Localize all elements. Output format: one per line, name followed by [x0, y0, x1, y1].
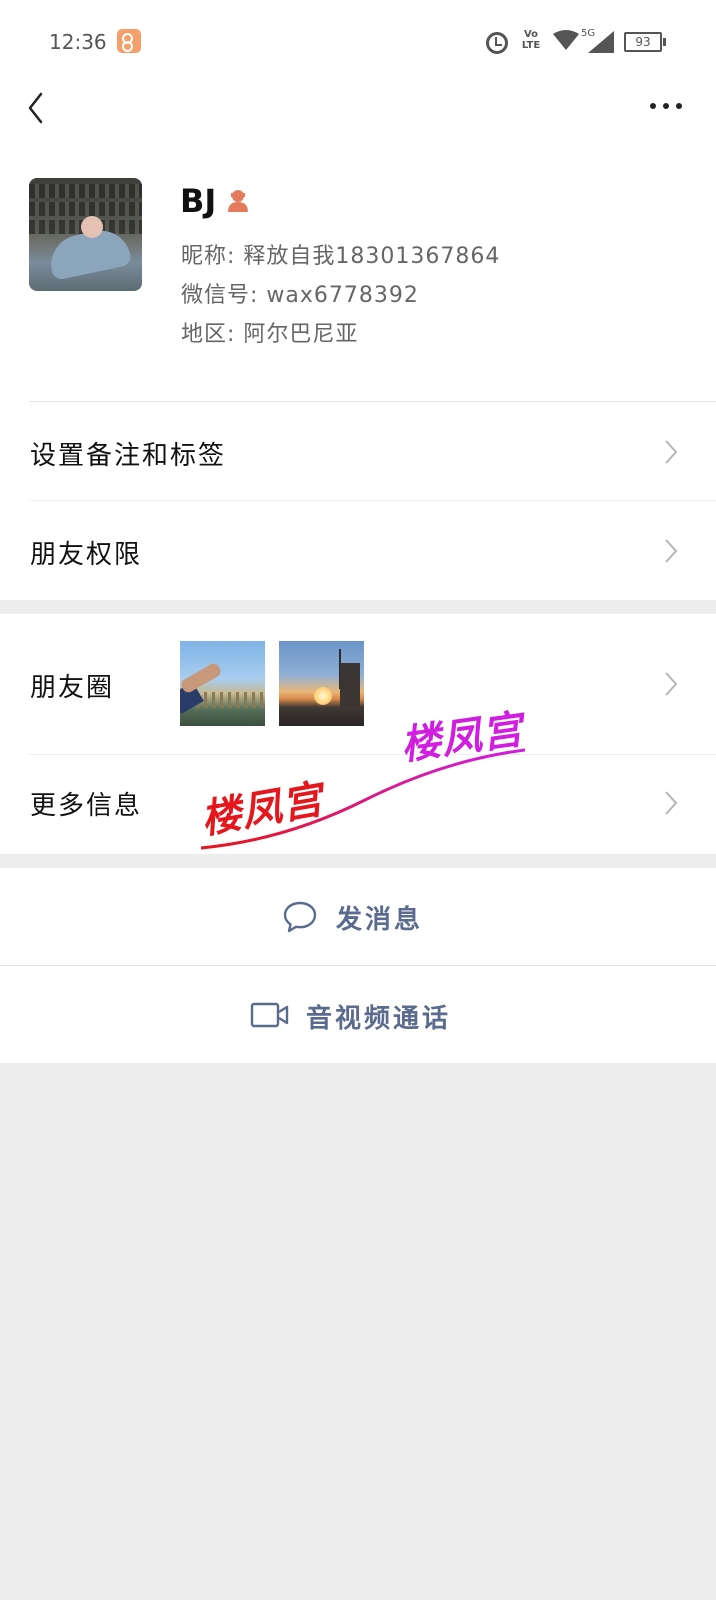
female-icon: [228, 190, 248, 212]
status-time: 12:36: [49, 30, 107, 54]
more-dots-icon[interactable]: [646, 94, 686, 118]
nav-bar: [0, 84, 716, 140]
moments-cell[interactable]: 朋友圈: [0, 614, 716, 755]
battery-icon: 93: [624, 32, 666, 52]
chevron-left-icon[interactable]: [22, 88, 52, 128]
settings-group: 设置备注和标签 朋友权限: [0, 402, 716, 600]
send-message-button[interactable]: 发消息: [0, 868, 716, 965]
more-info-label: 更多信息: [30, 791, 143, 821]
chat-bubble-icon: [283, 901, 317, 933]
avatar[interactable]: [29, 178, 142, 291]
video-call-label: 音视频通话: [306, 1004, 452, 1034]
wechat-id-text: 微信号: wax6778392: [181, 283, 419, 308]
video-camera-icon: [250, 1002, 289, 1028]
friend-permissions-label: 朋友权限: [30, 540, 143, 570]
moments-photo[interactable]: [279, 641, 364, 726]
profile-name: BJ: [180, 182, 217, 220]
alarm-icon: [486, 32, 508, 54]
chevron-right-icon: [665, 440, 678, 464]
moments-photo[interactable]: [180, 641, 265, 726]
status-bar: 12:36 Vo LTE 5G 93: [0, 0, 716, 84]
nickname-text: 昵称: 释放自我18301367864: [181, 244, 501, 269]
chevron-right-icon: [665, 539, 678, 563]
remark-tags-cell[interactable]: 设置备注和标签: [0, 402, 716, 501]
profile-header: BJ 昵称: 释放自我18301367864 微信号: wax6778392 地…: [0, 140, 716, 410]
signal-icon: [588, 31, 614, 53]
volte-icon: Vo LTE: [521, 29, 541, 51]
chevron-right-icon: [665, 672, 678, 696]
moments-label: 朋友圈: [30, 673, 115, 703]
send-message-label: 发消息: [336, 905, 424, 935]
region-text: 地区: 阿尔巴尼亚: [181, 322, 359, 347]
wifi-icon: [553, 30, 579, 50]
video-call-button[interactable]: 音视频通话: [0, 966, 716, 1063]
remark-tags-label: 设置备注和标签: [30, 441, 227, 471]
friend-permissions-cell[interactable]: 朋友权限: [0, 501, 716, 600]
app-notification-icon: [117, 29, 141, 53]
chevron-right-icon: [665, 791, 678, 815]
status-icons: Vo LTE 5G 93: [476, 28, 716, 58]
